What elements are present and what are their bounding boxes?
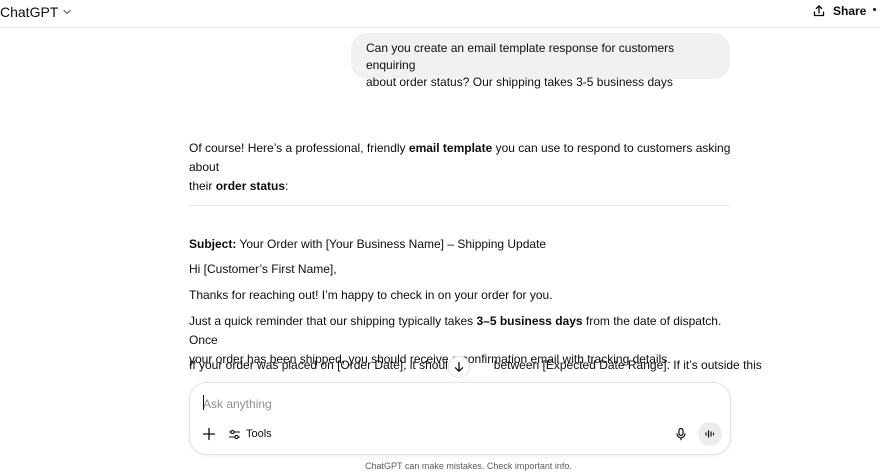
chevron-down-icon — [63, 9, 71, 15]
email-subject: Subject: Your Order with [Your Business … — [189, 235, 734, 254]
microphone-icon — [676, 427, 686, 441]
assistant-intro-line: their order status: — [189, 177, 734, 196]
share-label: Share — [833, 4, 867, 18]
composer — [189, 382, 731, 455]
more-icon[interactable] — [873, 8, 876, 11]
model-selector[interactable]: ChatGPT — [0, 2, 73, 22]
text-run: : — [285, 179, 289, 193]
scroll-down-button[interactable] — [448, 356, 470, 378]
bold-text: email template — [408, 141, 493, 155]
subject-text: Your Order with [Your Business Name] – S… — [236, 237, 547, 251]
dictate-button[interactable] — [673, 426, 689, 442]
top-bar: ChatGPT Share — [0, 0, 880, 28]
user-message-bubble: Can you create an email template respons… — [351, 33, 730, 89]
disclaimer: ChatGPT can make mistakes. Check importa… — [365, 461, 572, 471]
voice-mode-button[interactable] — [698, 422, 722, 446]
chat-page: ChatGPT Share Can you create an email te… — [0, 0, 880, 474]
text-run: Of course! Here’s a professional, friend… — [189, 141, 409, 155]
bold-text: order status — [215, 179, 286, 193]
share-button[interactable]: Share — [812, 1, 866, 21]
plus-icon — [202, 427, 216, 441]
divider — [189, 205, 730, 206]
add-attachment-button[interactable] — [201, 426, 217, 442]
arrow-down-icon — [454, 361, 464, 372]
text-run: If your order was placed on [Order Date]… — [189, 358, 469, 372]
bold-text: 3–5 business days — [476, 314, 583, 328]
text-caret — [203, 395, 204, 410]
email-thanks: Thanks for reaching out! I’m happy to ch… — [189, 288, 553, 302]
email-reminder-line: Just a quick reminder that our shipping … — [189, 312, 734, 350]
app-title: ChatGPT — [0, 4, 59, 20]
text-run: Just a quick reminder that our shipping … — [189, 314, 477, 328]
user-message-line: Can you create an email template respons… — [366, 41, 675, 72]
email-greeting: Hi [Customer’s First Name], — [189, 262, 337, 276]
text-run: between [Expected Date Range]. If it’s o… — [490, 358, 762, 372]
text-run: their — [189, 179, 216, 193]
assistant-intro-line: Of course! Here’s a professional, friend… — [189, 139, 734, 177]
subject-label: Subject: — [189, 237, 237, 251]
share-icon — [813, 5, 825, 17]
tools-label: Tools — [246, 428, 272, 440]
voice-mode-icon — [705, 430, 715, 438]
assistant-intro: Of course! Here’s a professional, friend… — [189, 139, 734, 196]
prompt-input[interactable] — [203, 395, 703, 413]
user-message-line: about order status? Our shipping takes 3… — [366, 75, 673, 89]
tools-button[interactable]: Tools — [228, 426, 272, 442]
sliders-icon — [228, 429, 241, 439]
